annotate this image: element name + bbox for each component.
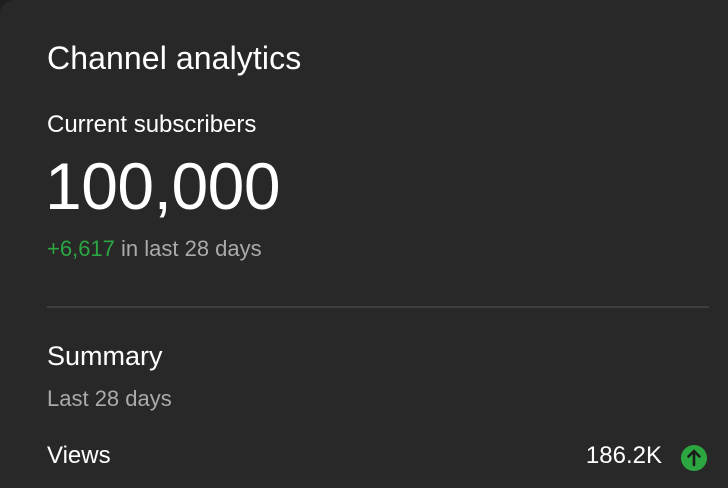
summary-period: Last 28 days [47,386,172,411]
subscriber-delta: +6,617 in last 28 days [47,236,262,262]
metric-label: Views [47,442,111,469]
card-title: Channel analytics [47,40,302,76]
metric-value: 186.2K [585,442,662,469]
current-subscribers-label: Current subscribers [47,111,257,138]
metric-row-views[interactable]: Views 186.2K [47,440,709,476]
arrow-up-icon [681,445,707,471]
section-divider [47,306,709,308]
summary-title: Summary [47,341,163,371]
subscriber-delta-period: in last 28 days [114,236,262,261]
subscriber-count: 100,000 [45,149,281,223]
channel-analytics-card: Channel analytics Current subscribers 10… [0,0,728,488]
subscriber-delta-value: +6,617 [47,236,115,261]
